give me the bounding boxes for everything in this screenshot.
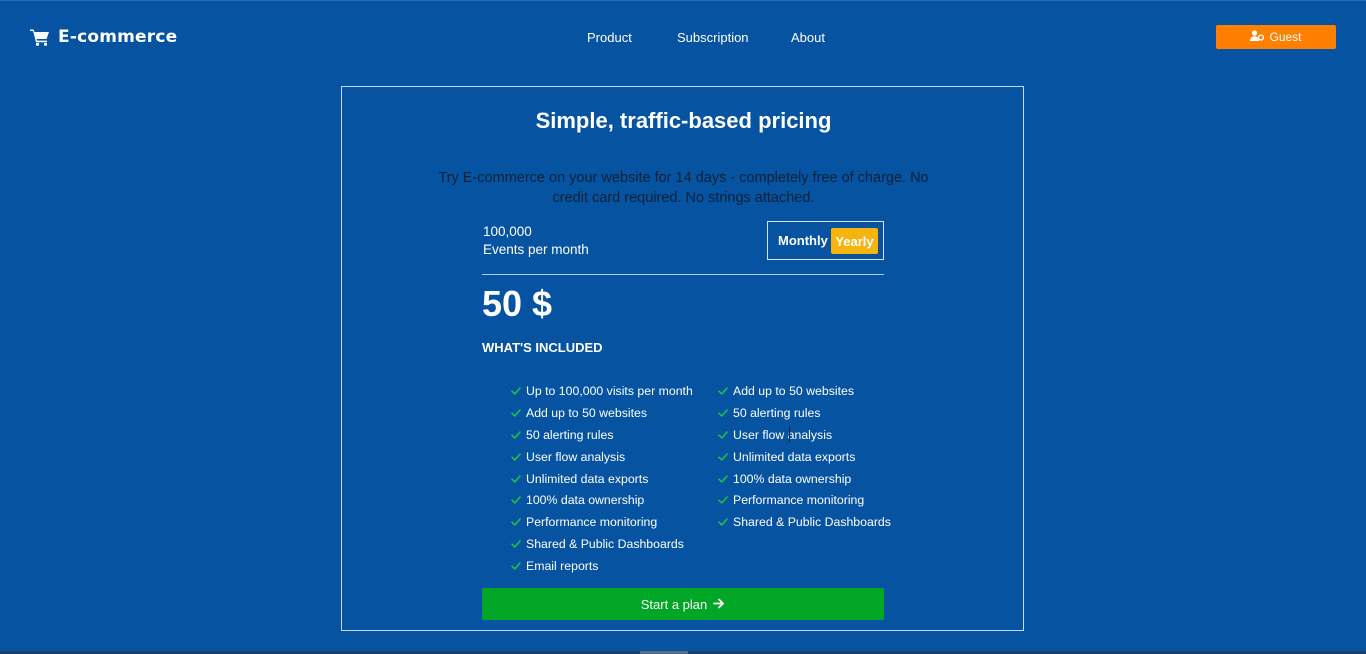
check-icon (718, 474, 733, 483)
toggle-monthly[interactable]: Monthly (778, 233, 828, 248)
feature-label: Performance monitoring (526, 515, 658, 530)
events-label: Events per month (483, 242, 589, 257)
feature-item: Performance monitoring (718, 489, 891, 511)
check-icon (511, 452, 526, 461)
billing-toggle: Monthly Yearly (767, 221, 884, 260)
feature-label: User flow analysis (526, 449, 626, 464)
guest-label: Guest (1269, 30, 1302, 44)
feature-label: 100% data ownership (733, 471, 852, 486)
check-icon (511, 387, 526, 395)
user-cog-icon (1250, 30, 1265, 44)
pricing-card: Simple, traffic-based pricing Try E-comm… (341, 86, 1024, 631)
feature-label: Add up to 50 websites (733, 383, 854, 398)
check-icon (511, 540, 526, 548)
feature-item: Email reports (511, 555, 693, 577)
check-icon (511, 496, 526, 505)
feature-label: Unlimited data exports (526, 471, 649, 486)
feature-item: 100% data ownership (718, 468, 891, 490)
nav-product[interactable]: Product (587, 30, 632, 45)
feature-label: Shared & Public Dashboards (733, 515, 891, 530)
text-cursor (789, 426, 790, 442)
feature-item: 50 alerting rules (511, 424, 693, 446)
feature-item: 100% data ownership (511, 489, 693, 511)
check-icon (718, 496, 733, 505)
feature-item: Shared & Public Dashboards (511, 533, 693, 555)
feature-label: 50 alerting rules (733, 405, 821, 420)
feature-item: Performance monitoring (511, 511, 693, 533)
feature-item: Shared & Public Dashboards (718, 511, 891, 533)
events-count: 100,000 (483, 224, 532, 239)
feature-label: Shared & Public Dashboards (526, 537, 684, 552)
guest-button[interactable]: Guest (1216, 25, 1336, 49)
divider (482, 274, 884, 275)
top-border (0, 0, 1366, 1)
check-icon (718, 430, 733, 439)
feature-item: Add up to 50 websites (511, 402, 693, 424)
check-icon (718, 409, 733, 417)
included-heading: WHAT'S INCLUDED (482, 340, 603, 355)
check-icon (511, 518, 526, 527)
feature-item: User flow analysis (511, 446, 693, 468)
feature-label: Unlimited data exports (733, 449, 856, 464)
feature-label: 50 alerting rules (526, 427, 614, 442)
pricing-subtitle: Try E-commerce on your website for 14 da… (438, 170, 929, 206)
feature-label: Performance monitoring (733, 493, 865, 508)
feature-item: 50 alerting rules (718, 402, 891, 424)
check-icon (511, 409, 526, 417)
pricing-title: Simple, traffic-based pricing (535, 108, 832, 133)
feature-label: 100% data ownership (526, 493, 645, 508)
check-icon (511, 562, 526, 570)
feature-item: Unlimited data exports (511, 468, 693, 490)
arrow-right-icon (713, 597, 725, 612)
start-plan-button[interactable]: Start a plan (482, 588, 884, 620)
feature-label: Up to 100,000 visits per month (526, 383, 693, 398)
price: 50 $ (482, 283, 553, 324)
toggle-yearly[interactable]: Yearly (831, 228, 878, 254)
features-list-right: Add up to 50 websites 50 alerting rules Us… (718, 380, 891, 533)
check-icon (511, 474, 526, 483)
feature-label: Email reports (526, 559, 599, 574)
check-icon (718, 452, 733, 461)
feature-label: Add up to 50 websites (526, 405, 647, 420)
main-nav: Product Subscription About (0, 30, 1366, 48)
feature-item: User flow analysis (718, 424, 891, 446)
nav-subscription[interactable]: Subscription (677, 30, 749, 45)
nav-about[interactable]: About (791, 30, 825, 45)
check-icon (718, 387, 733, 395)
feature-item: Add up to 50 websites (718, 380, 891, 402)
feature-item: Up to 100,000 visits per month (511, 380, 693, 402)
check-icon (511, 430, 526, 439)
features-list-left: Up to 100,000 visits per month Add up to … (511, 380, 693, 577)
cta-label: Start a plan (640, 596, 708, 612)
feature-label: User flow analysis (733, 427, 833, 442)
check-icon (718, 518, 733, 527)
feature-item: Unlimited data exports (718, 446, 891, 468)
